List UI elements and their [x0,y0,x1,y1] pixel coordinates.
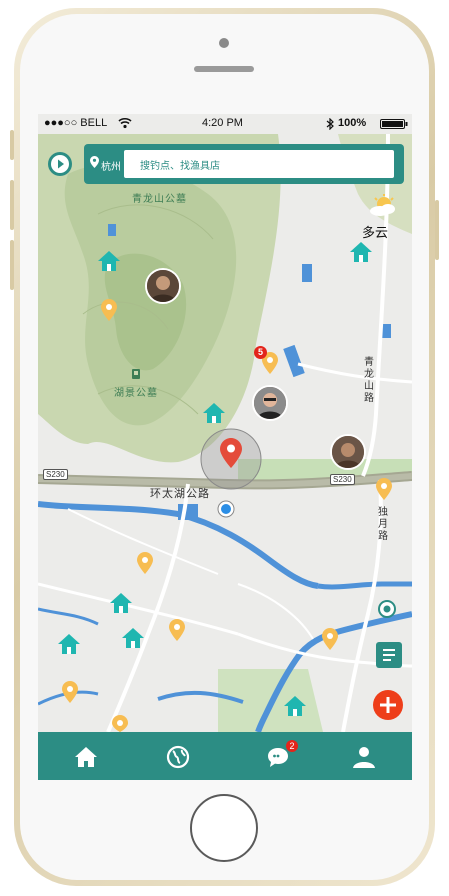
road-shield-left: S230 [43,469,68,480]
fishing-spot-pin-icon[interactable] [376,478,392,500]
weather-label: 多云 [362,225,389,240]
house-marker-icon[interactable] [58,634,80,654]
user-photo [147,270,179,302]
globe-icon [166,745,190,769]
location-pin-icon [90,156,99,168]
tab-discover[interactable] [165,744,191,770]
map-label-park-north: 青龙山公墓 [132,194,187,205]
front-camera [219,38,229,48]
house-marker-icon[interactable] [98,251,120,271]
user-photo [254,387,286,419]
house-marker-icon[interactable] [203,403,225,423]
fishing-spot-pin-icon[interactable] [169,619,185,641]
user-avatar[interactable] [330,434,366,470]
map-label-road-duyue: 独月路 [378,507,389,542]
search-bar: 杭州 搜钓点、找渔具店 [84,144,404,184]
list-view-button[interactable] [376,642,402,668]
user-photo [332,436,364,468]
home-icon [75,747,97,767]
battery-icon [380,119,408,129]
current-location-icon [217,500,235,518]
map-label-road-qinglong: 青龙山路 [364,357,375,404]
carrier-label: ●●●○○ BELL [44,117,108,129]
play-button[interactable] [48,152,72,176]
mute-switch [10,130,14,160]
wifi-icon [118,117,132,129]
volume-down-button [10,240,14,290]
list-icon [383,649,395,661]
map-label-road-huantai: 环太湖公路 [150,488,210,500]
power-button [435,200,439,260]
house-marker-icon[interactable] [350,242,372,262]
house-marker-icon[interactable] [122,628,144,648]
house-marker-icon[interactable] [284,696,306,716]
road-shield-right: S230 [330,474,355,485]
plus-icon [380,697,396,713]
play-icon [51,155,69,173]
tab-profile[interactable] [351,744,377,770]
map-label-park-lake: 湖景公墓 [114,388,158,399]
search-input[interactable]: 搜钓点、找渔具店 [124,150,394,178]
add-spot-button[interactable] [373,690,403,720]
park-icon [132,369,140,379]
fishing-spot-pin-icon[interactable] [322,628,338,650]
app-screen: ●●●○○ BELL 4:20 PM 100% 杭州 搜钓点、找渔具店 多云 青… [38,114,412,780]
selected-location-pin-icon[interactable] [220,438,242,468]
tab-home[interactable] [73,744,99,770]
user-avatar[interactable] [145,268,181,304]
clock: 4:20 PM [202,117,243,129]
volume-up-button [10,180,14,230]
bluetooth-icon [326,118,334,130]
search-placeholder: 搜钓点、找渔具店 [140,161,220,172]
home-hardware-button[interactable] [190,794,258,862]
city-selector[interactable]: 杭州 [101,158,121,173]
fishing-spot-pin-icon[interactable] [101,299,117,321]
cluster-badge[interactable]: 5 [254,346,267,359]
status-bar: ●●●○○ BELL 4:20 PM 100% [38,114,412,134]
locate-me-icon[interactable] [377,599,397,619]
profile-icon [353,747,375,768]
map-canvas[interactable] [38,114,412,732]
fishing-spot-pin-icon[interactable] [62,681,78,703]
user-avatar[interactable] [252,385,288,421]
bottom-tab-bar: 2 [38,732,412,780]
earpiece-speaker [194,66,254,72]
message-icon [268,748,288,767]
messages-badge: 2 [286,740,298,752]
fishing-spot-pin-icon[interactable] [112,715,128,732]
house-marker-icon[interactable] [110,593,132,613]
fishing-spot-pin-icon[interactable] [137,552,153,574]
battery-percent: 100% [338,117,367,129]
